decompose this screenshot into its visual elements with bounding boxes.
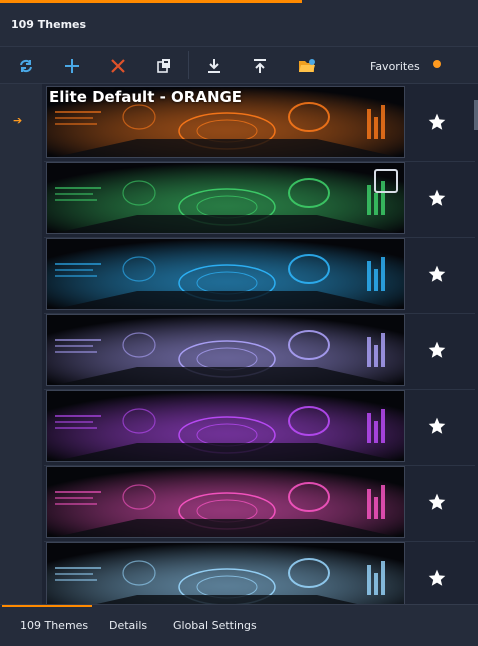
export-button[interactable] xyxy=(245,51,275,81)
theme-preview-image xyxy=(46,162,405,234)
theme-preview-graphic xyxy=(47,163,404,233)
favorites-toggle-knob xyxy=(433,60,441,68)
theme-row[interactable] xyxy=(44,542,475,604)
theme-row[interactable] xyxy=(44,238,475,314)
theme-row[interactable] xyxy=(44,390,475,466)
theme-row[interactable]: Elite Default - ORANGE xyxy=(44,86,475,162)
theme-preview-image xyxy=(46,314,405,386)
theme-preview-image: Elite Default - ORANGE xyxy=(46,86,405,158)
theme-preview-image xyxy=(46,238,405,310)
toolbar-divider xyxy=(188,51,189,79)
add-button[interactable] xyxy=(57,51,87,81)
theme-preview-graphic xyxy=(47,315,404,385)
theme-preview-image xyxy=(46,390,405,462)
selected-row-arrow-icon: ➔ xyxy=(13,114,23,127)
theme-preview-image xyxy=(46,466,405,538)
theme-row[interactable] xyxy=(44,466,475,542)
plus-icon xyxy=(65,59,79,73)
favorites-toggle[interactable] xyxy=(430,57,448,71)
selection-gutter xyxy=(0,84,42,604)
active-tab-indicator xyxy=(2,605,92,607)
tab-details[interactable]: Details xyxy=(109,619,147,632)
download-icon xyxy=(208,59,220,73)
copy-icon xyxy=(157,59,170,73)
toolbar: Favorites xyxy=(0,46,478,84)
refresh-button[interactable] xyxy=(11,51,41,81)
favorite-star-icon[interactable] xyxy=(427,188,447,208)
favorite-star-icon[interactable] xyxy=(427,112,447,132)
favorites-label: Favorites xyxy=(370,60,420,73)
theme-preview-graphic xyxy=(47,239,404,309)
close-icon xyxy=(111,59,125,73)
tab-global-settings[interactable]: Global Settings xyxy=(173,619,257,632)
favorite-star-icon[interactable] xyxy=(427,492,447,512)
header-bar: 109 Themes xyxy=(0,0,478,46)
favorite-star-icon[interactable] xyxy=(427,340,447,360)
copy-button[interactable] xyxy=(149,51,179,81)
page-title: 109 Themes xyxy=(11,18,87,31)
upload-icon xyxy=(254,59,266,73)
theme-row[interactable] xyxy=(44,314,475,390)
theme-list[interactable]: Elite Default - ORANGE xyxy=(44,86,475,604)
refresh-icon xyxy=(20,59,32,73)
theme-name: Elite Default - ORANGE xyxy=(49,88,243,106)
no-preview-icon xyxy=(374,169,398,193)
favorite-star-icon[interactable] xyxy=(427,264,447,284)
theme-preview-graphic xyxy=(47,467,404,537)
open-folder-button[interactable] xyxy=(292,51,322,81)
bottom-tab-bar: 109 Themes Details Global Settings xyxy=(0,604,478,646)
import-button[interactable] xyxy=(199,51,229,81)
favorite-star-icon[interactable] xyxy=(427,568,447,588)
delete-button[interactable] xyxy=(103,51,133,81)
folder-icon xyxy=(299,59,315,72)
scrollbar-thumb[interactable] xyxy=(474,100,478,130)
theme-preview-graphic xyxy=(47,391,404,461)
header-accent-line xyxy=(0,0,302,3)
favorite-star-icon[interactable] xyxy=(427,416,447,436)
theme-row[interactable] xyxy=(44,162,475,238)
tab-themes[interactable]: 109 Themes xyxy=(20,619,88,632)
theme-preview-image xyxy=(46,542,405,604)
theme-preview-graphic xyxy=(47,543,404,604)
